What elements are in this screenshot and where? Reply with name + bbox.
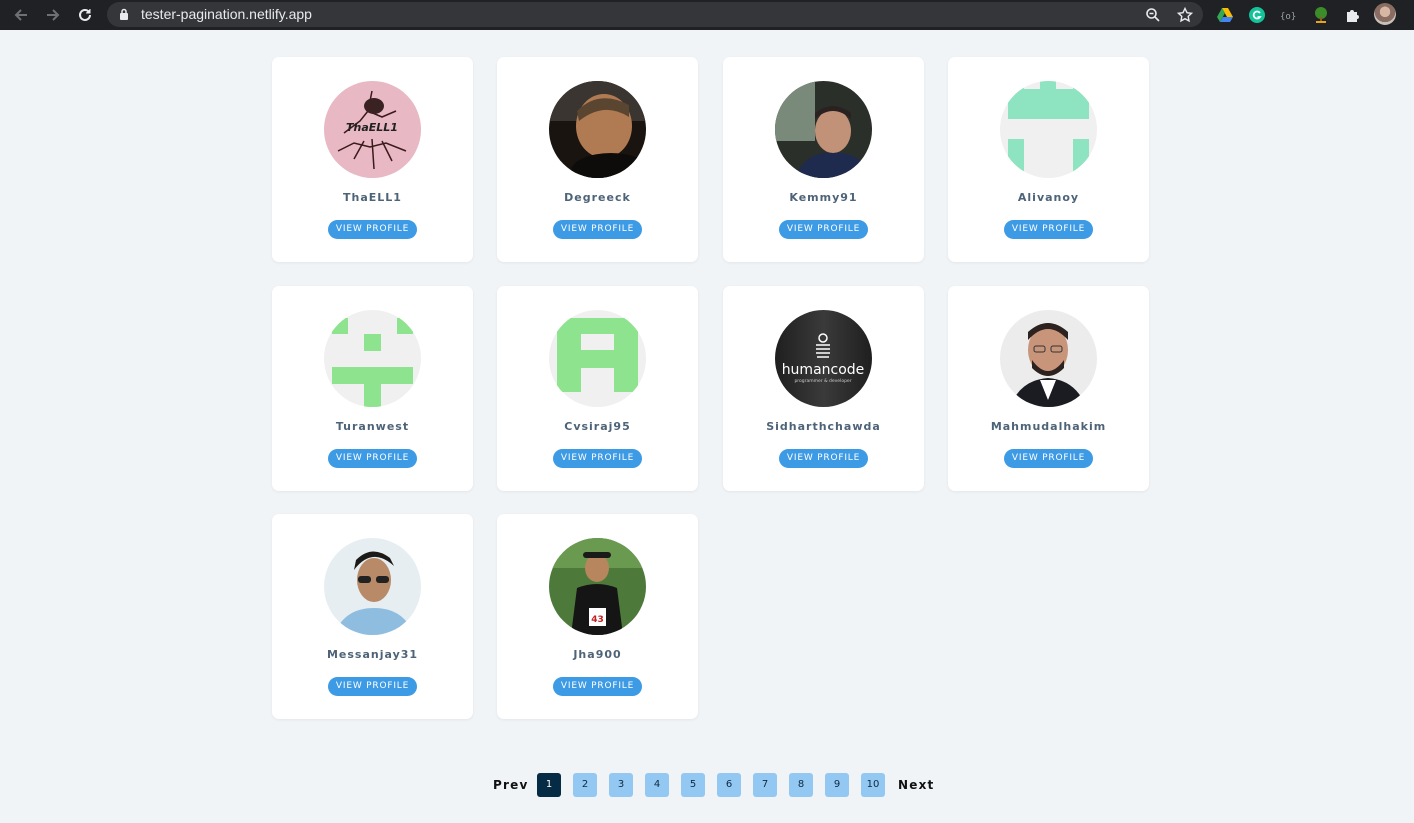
user-avatar [775, 81, 872, 178]
view-profile-button[interactable]: VIEW PROFILE [1004, 220, 1093, 239]
avatar-text: humancode [782, 362, 865, 378]
user-name: Degreeck [564, 191, 631, 204]
json-extension-icon[interactable]: {o} [1279, 5, 1299, 25]
view-profile-button[interactable]: VIEW PROFILE [553, 449, 642, 468]
back-button[interactable] [6, 0, 36, 30]
avatar-text: 43 [591, 615, 604, 625]
user-avatar [549, 310, 646, 407]
page-button-9[interactable]: 9 [825, 773, 849, 797]
user-avatar [1000, 310, 1097, 407]
prev-button[interactable]: Prev [493, 773, 528, 797]
browser-toolbar: tester-pagination.netlify.app {o} [0, 0, 1414, 30]
browser-profile-avatar[interactable] [1374, 3, 1396, 25]
user-card: Turanwest VIEW PROFILE [272, 286, 473, 491]
user-avatar [1000, 81, 1097, 178]
forward-arrow-icon [47, 9, 60, 21]
user-name: Mahmudalhakim [990, 420, 1107, 433]
view-profile-button[interactable]: VIEW PROFILE [553, 220, 642, 239]
user-avatar [324, 310, 421, 407]
user-card: Mahmudalhakim VIEW PROFILE [948, 286, 1149, 491]
user-card: Alivanoy VIEW PROFILE [948, 57, 1149, 262]
zoom-icon[interactable] [1143, 5, 1163, 25]
user-card: Kemmy91 VIEW PROFILE [723, 57, 924, 262]
back-arrow-icon [14, 9, 27, 21]
view-profile-button[interactable]: VIEW PROFILE [779, 220, 868, 239]
forward-button[interactable] [38, 0, 68, 30]
user-name: Alivanoy [1017, 191, 1080, 204]
user-name: Messanjay31 [326, 648, 419, 661]
user-card: Degreeck VIEW PROFILE [497, 57, 698, 262]
user-card: Cvsiraj95 VIEW PROFILE [497, 286, 698, 491]
user-name: ThaELL1 [343, 191, 402, 204]
tree-extension-icon[interactable] [1311, 5, 1331, 25]
page-button-2[interactable]: 2 [573, 773, 597, 797]
user-card: ThaELL1 ThaELL1 VIEW PROFILE [272, 57, 473, 262]
user-card: Messanjay31 VIEW PROFILE [272, 514, 473, 719]
user-name: Sidharthchawda [766, 420, 881, 433]
view-profile-button[interactable]: VIEW PROFILE [779, 449, 868, 468]
user-name: Kemmy91 [789, 191, 858, 204]
view-profile-button[interactable]: VIEW PROFILE [328, 449, 417, 468]
address-bar[interactable]: tester-pagination.netlify.app [107, 2, 1203, 27]
user-avatar: 43 [549, 538, 646, 635]
user-avatar: ThaELL1 [324, 81, 421, 178]
svg-text:{o}: {o} [1280, 12, 1296, 21]
page-button-4[interactable]: 4 [645, 773, 669, 797]
user-name: Jha900 [573, 648, 622, 661]
grammarly-extension-icon[interactable] [1247, 5, 1267, 25]
url-text: tester-pagination.netlify.app [141, 6, 312, 22]
user-avatar [324, 538, 421, 635]
google-drive-extension-icon[interactable] [1215, 5, 1235, 25]
user-avatar [549, 81, 646, 178]
page-button-8[interactable]: 8 [789, 773, 813, 797]
page-button-1[interactable]: 1 [537, 773, 561, 797]
avatar-subtext: programmer & developer [794, 378, 851, 384]
view-profile-button[interactable]: VIEW PROFILE [328, 220, 417, 239]
page-button-6[interactable]: 6 [717, 773, 741, 797]
user-card: 43 Jha900 VIEW PROFILE [497, 514, 698, 719]
user-name: Cvsiraj95 [564, 420, 631, 433]
bookmark-star-icon[interactable] [1175, 5, 1195, 25]
view-profile-button[interactable]: VIEW PROFILE [1004, 449, 1093, 468]
reload-button[interactable] [70, 0, 100, 30]
extensions-puzzle-icon[interactable] [1343, 5, 1363, 25]
page-button-5[interactable]: 5 [681, 773, 705, 797]
page-button-10[interactable]: 10 [861, 773, 885, 797]
user-name: Turanwest [335, 420, 410, 433]
avatar-text: ThaELL1 [346, 121, 398, 134]
page-button-7[interactable]: 7 [753, 773, 777, 797]
next-button[interactable]: Next [898, 773, 934, 797]
view-profile-button[interactable]: VIEW PROFILE [553, 677, 642, 696]
view-profile-button[interactable]: VIEW PROFILE [328, 677, 417, 696]
user-card: humancode programmer & developer Sidhart… [723, 286, 924, 491]
lock-icon [120, 8, 128, 20]
reload-icon [79, 8, 91, 21]
user-avatar: humancode programmer & developer [775, 310, 872, 407]
page-button-3[interactable]: 3 [609, 773, 633, 797]
